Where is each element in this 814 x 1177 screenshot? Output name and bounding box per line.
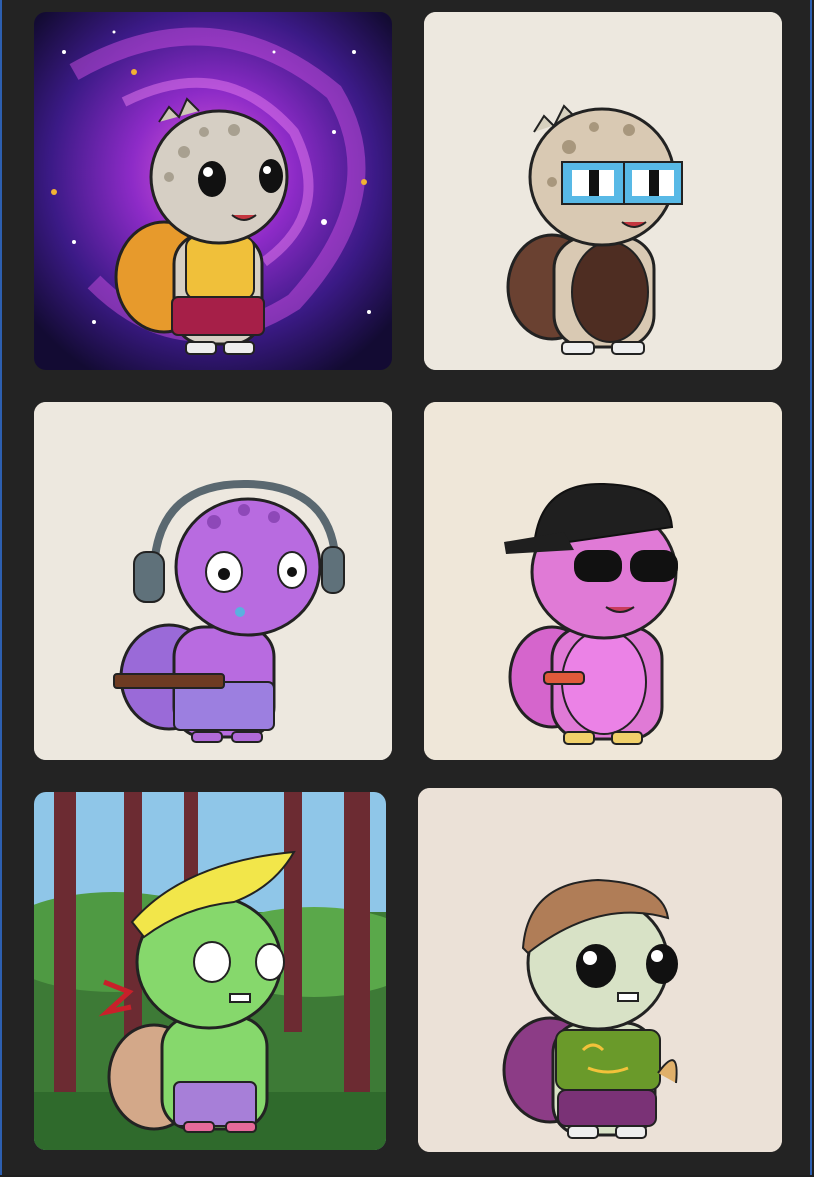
nft-image-headphones-turtle [34,402,392,760]
nft-card-4[interactable] [424,402,782,760]
nft-image-cap-turtle [424,402,782,760]
nft-card-6[interactable] [418,788,782,1152]
nft-image-glasses-turtle [424,12,782,370]
gallery-frame [0,0,812,1175]
nft-card-1[interactable] [34,12,392,370]
nft-image-forest-turtle [34,792,386,1150]
nft-image-galaxy-turtle [34,12,392,370]
nft-image-coder-turtle [418,788,782,1152]
nft-card-2[interactable] [424,12,782,370]
nft-card-3[interactable] [34,402,392,760]
nft-card-5[interactable] [34,792,386,1150]
